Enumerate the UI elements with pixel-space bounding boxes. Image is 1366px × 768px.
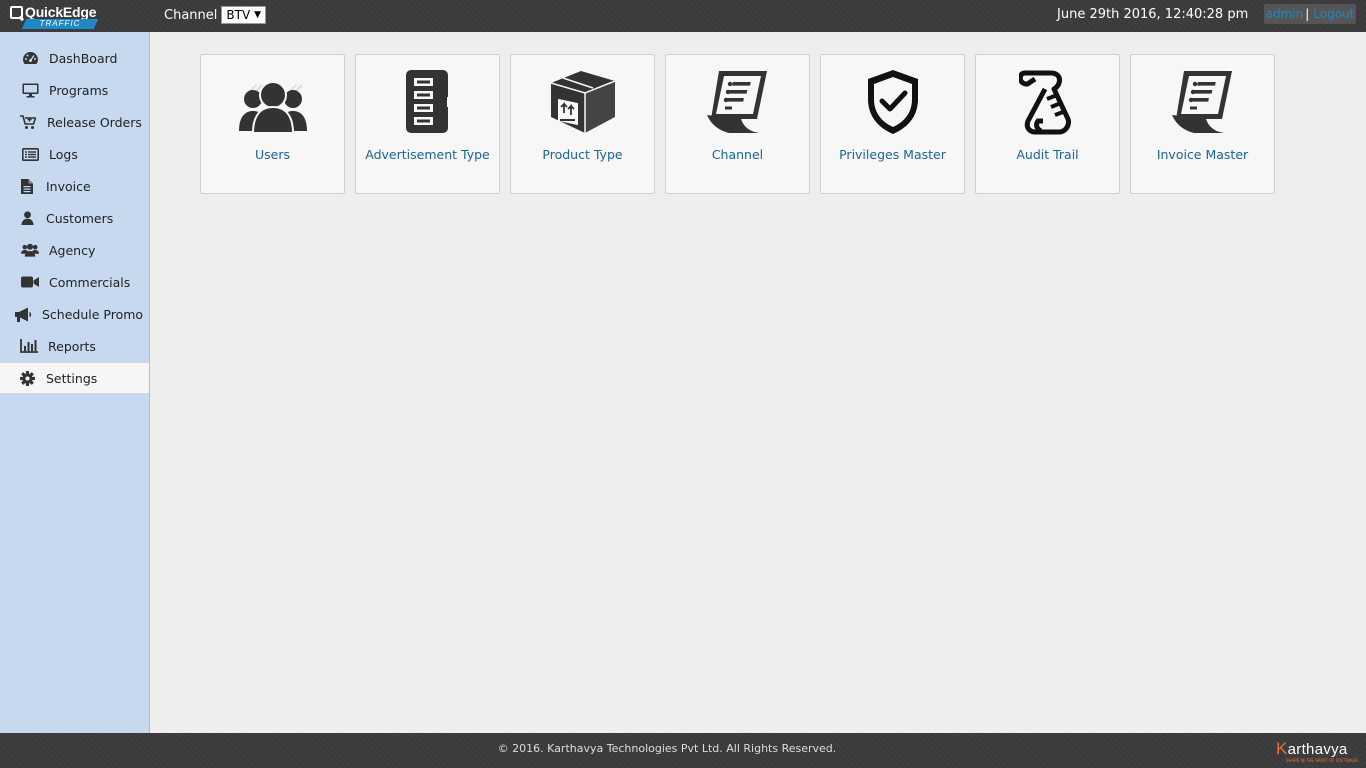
sidebar-item-label: Settings [46, 370, 98, 386]
sidebar-item-reports[interactable]: Reports [0, 330, 149, 362]
karthavya-logo: Karthavya SHAPE IN THE SPIRIT OF SOFTWAR… [1276, 739, 1358, 765]
monitor-icon [21, 82, 39, 98]
channel-dropdown[interactable]: BTV ▼ [221, 6, 267, 24]
package-box-icon [511, 69, 654, 135]
logo-wordmark: QuickEdge [10, 4, 97, 20]
sidebar-item-label: Release Orders [47, 114, 142, 130]
sidebar-item-customers[interactable]: Customers [0, 202, 149, 234]
sidebar-item-schedule-promo[interactable]: Schedule Promo [0, 298, 149, 330]
sidebar-item-release-orders[interactable]: Release Orders [0, 106, 149, 138]
brand-tagline: SHAPE IN THE SPIRIT OF SOFTWARE [1286, 758, 1358, 763]
current-datetime: June 29th 2016, 12:40:28 pm [1057, 7, 1249, 22]
dropdown-arrow-icon: ▼ [254, 10, 262, 20]
channel-selector: Channel BTV ▼ [164, 6, 267, 24]
logo-subtitle-band: TRAFFIC [21, 19, 99, 29]
user-box: admin | Logout [1264, 4, 1356, 24]
sidebar: DashBoard Programs Release Orders Logs I… [0, 32, 150, 733]
tile-label: Advertisement Type [365, 147, 490, 162]
sidebar-item-label: Reports [48, 338, 96, 354]
scroll-icon [976, 69, 1119, 135]
ad-type-icon [356, 69, 499, 135]
tile-channel[interactable]: Channel [665, 54, 810, 194]
tile-label: Product Type [542, 147, 623, 162]
sidebar-item-label: DashBoard [49, 50, 118, 66]
copyright-text: © 2016. Karthavya Technologies Pvt Ltd. … [497, 742, 837, 755]
video-camera-icon [21, 274, 39, 290]
user-icon [18, 210, 36, 226]
gear-icon [18, 370, 36, 386]
tile-product-type[interactable]: Product Type [510, 54, 655, 194]
logout-link[interactable]: Logout [1313, 7, 1354, 21]
quickedge-logo[interactable]: QuickEdge TRAFFIC [10, 4, 100, 30]
sidebar-item-label: Agency [49, 242, 96, 258]
admin-link[interactable]: admin [1266, 7, 1304, 21]
channel-label: Channel [164, 7, 218, 23]
list-icon [21, 146, 39, 162]
tile-label: Audit Trail [1016, 147, 1079, 162]
logo-q-icon [10, 5, 23, 19]
sidebar-item-label: Logs [49, 146, 78, 162]
settings-tiles: Users Advertisement Type Product Type Ch… [200, 54, 1275, 194]
users-group-icon [201, 69, 344, 135]
tile-label: Invoice Master [1156, 147, 1249, 162]
sidebar-item-settings[interactable]: Settings [0, 362, 149, 394]
top-bar: QuickEdge TRAFFIC Channel BTV ▼ June 29t… [0, 0, 1366, 32]
channel-value: BTV [226, 8, 251, 22]
sidebar-item-agency[interactable]: Agency [0, 234, 149, 266]
sidebar-item-label: Commercials [49, 274, 131, 290]
sidebar-item-commercials[interactable]: Commercials [0, 266, 149, 298]
sidebar-item-programs[interactable]: Programs [0, 74, 149, 106]
brand-initial: K [1276, 739, 1288, 758]
megaphone-icon [14, 306, 32, 322]
sidebar-item-invoice[interactable]: Invoice [0, 170, 149, 202]
invoice-document-icon [1131, 69, 1274, 135]
tile-advertisement-type[interactable]: Advertisement Type [355, 54, 500, 194]
sidebar-item-label: Customers [46, 210, 114, 226]
sidebar-item-logs[interactable]: Logs [0, 138, 149, 170]
sidebar-item-label: Invoice [46, 178, 91, 194]
file-icon [18, 178, 36, 194]
sidebar-item-label: Schedule Promo [42, 306, 144, 322]
tile-label: Privileges Master [839, 147, 946, 162]
brand-name: Karthavya [1276, 739, 1356, 759]
users-icon [21, 242, 39, 258]
logo-name: QuickEdge [25, 4, 97, 20]
tile-privileges-master[interactable]: Privileges Master [820, 54, 965, 194]
dashboard-icon [21, 50, 39, 66]
tile-label: Users [254, 147, 290, 162]
bar-chart-icon [20, 338, 38, 354]
sidebar-item-dashboard[interactable]: DashBoard [0, 42, 149, 74]
brand-rest: arthavya [1287, 741, 1348, 758]
tile-audit-trail[interactable]: Audit Trail [975, 54, 1120, 194]
tile-users[interactable]: Users [200, 54, 345, 194]
tile-label: Channel [711, 147, 764, 162]
document-list-icon [666, 69, 809, 135]
shield-check-icon [821, 69, 964, 135]
cart-icon [19, 114, 37, 130]
sidebar-item-label: Programs [49, 82, 109, 98]
user-separator: | [1305, 7, 1310, 21]
tile-invoice-master[interactable]: Invoice Master [1130, 54, 1275, 194]
logo-subtitle: TRAFFIC [39, 19, 81, 28]
footer: © 2016. Karthavya Technologies Pvt Ltd. … [0, 733, 1366, 768]
